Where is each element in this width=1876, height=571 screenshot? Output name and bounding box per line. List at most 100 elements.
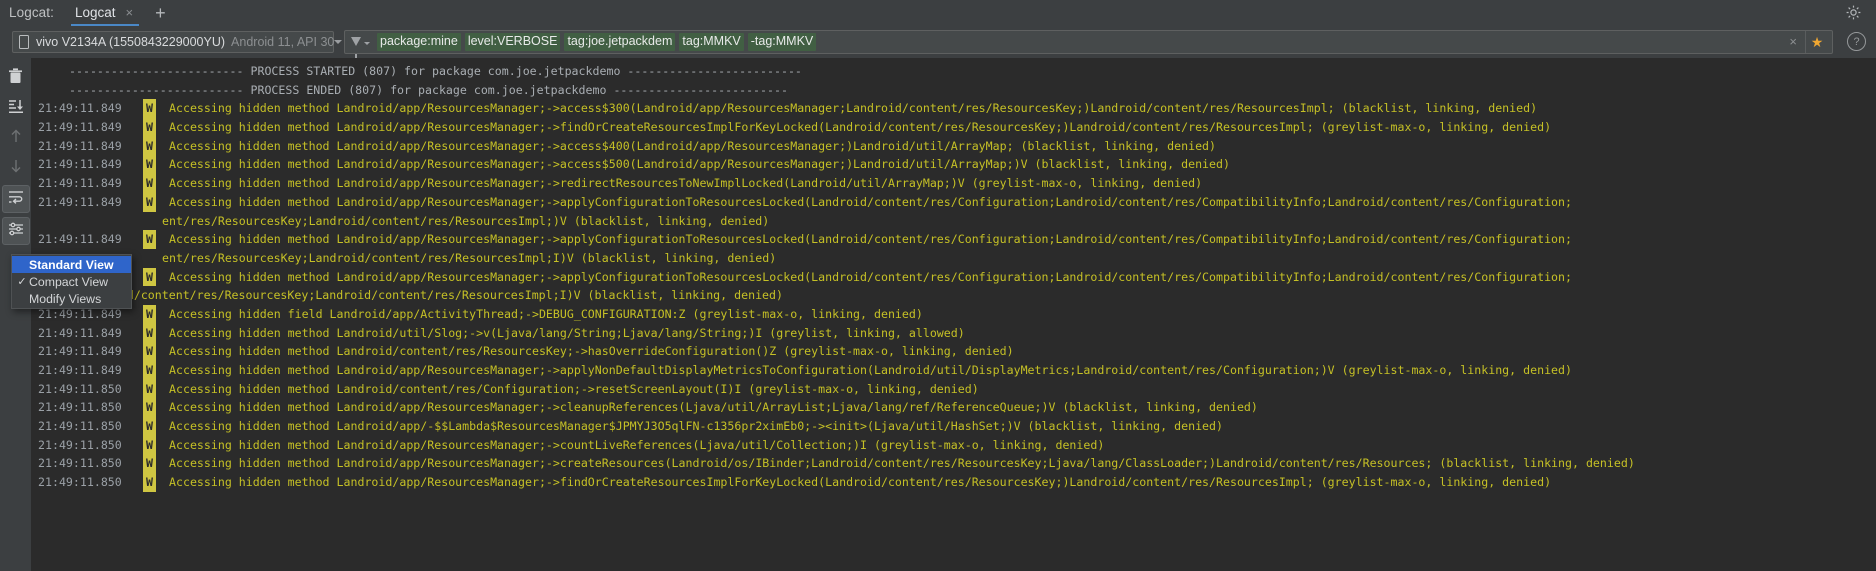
log-level-badge: W [143,417,156,436]
view-mode-context-menu: Standard View ✓ Compact View Modify View… [11,254,132,309]
filter-query-input[interactable]: package:mine level:VERBOSE tag:joe.jetpa… [344,29,1833,58]
log-line[interactable]: 21:49:11.850 W Accessing hidden method L… [31,454,1876,474]
menu-item-modify-views[interactable]: Modify Views [12,290,131,307]
soft-wraps-button[interactable] [1,185,30,213]
log-line-system: ------------------------- PROCESS STARTE… [31,62,1876,81]
log-message: Accessing hidden method Landroid/app/Res… [169,269,1572,284]
log-timestamp: 21:49:11.850 [38,437,122,452]
log-line-continuation: ent/res/ResourcesKey;Landroid/content/re… [162,213,770,228]
star-icon: ★ [1810,33,1824,50]
log-line[interactable]: 21:49:11.849 W Accessing hidden method L… [31,174,1876,193]
menu-item-label: Modify Views [29,291,102,306]
chevron-down-icon[interactable] [334,39,343,44]
log-message: Accessing hidden method Landroid/app/Res… [169,456,1635,471]
log-message: Accessing hidden method Landroid/util/Sl… [169,325,965,340]
log-line[interactable]: 21:49:11.849 W Accessing hidden method L… [31,267,1876,287]
device-selector[interactable]: vivo V2134A (1550843229000YU) Android 11… [12,30,343,53]
log-line-continuation: Landroid/content/res/ResourcesKey;Landro… [78,288,783,303]
filter-icon[interactable] [351,37,370,58]
log-message: Accessing hidden method Landroid/app/Res… [169,232,1572,247]
log-line[interactable]: 21:49:11.850 W Accessing hidden method L… [31,435,1876,455]
plus-icon[interactable]: + [151,4,170,22]
log-timestamp: 21:49:11.850 [38,419,122,434]
log-line[interactable]: 21:49:11.850 W Accessing hidden method L… [31,398,1876,418]
log-timestamp: 21:49:11.849 [38,325,122,340]
log-line[interactable]: 21:49:11.850 W Accessing hidden method L… [31,379,1876,399]
trash-icon [8,67,23,89]
close-icon[interactable]: × [126,6,134,19]
previous-occurrence-button[interactable] [3,125,29,151]
next-occurrence-button[interactable] [3,155,29,181]
log-timestamp: 21:49:11.849 [38,363,122,377]
log-message: Accessing hidden method Landroid/app/Res… [169,157,1230,172]
menu-item-label: Standard View [29,257,114,272]
log-level-badge: W [143,435,156,455]
log-timestamp: 21:49:11.849 [38,120,122,135]
log-line[interactable]: 21:49:11.850 W Accessing hidden method L… [31,473,1876,492]
scroll-to-end-button[interactable] [3,95,29,121]
log-level-badge: W [143,398,156,418]
log-line[interactable]: 21:49:11.849 W Accessing hidden method L… [31,323,1876,343]
log-level-badge: W [143,361,156,380]
clear-logcat-button[interactable] [3,65,29,91]
log-level-badge: W [143,174,156,193]
clear-filter-icon[interactable]: × [1781,35,1805,48]
log-level-badge: W [143,99,156,119]
log-level-badge: W [143,267,156,287]
scroll-to-end-icon [8,98,24,119]
log-line[interactable]: 21:49:11.849 W Accessing hidden method L… [31,361,1876,380]
log-timestamp: 21:49:11.849 [38,344,122,359]
log-line[interactable]: 21:49:11.849 W Accessing hidden field La… [31,304,1876,324]
menu-item-compact-view[interactable]: ✓ Compact View [12,273,131,290]
log-level-badge: W [143,473,156,492]
phone-icon [19,34,29,49]
log-line[interactable]: 21:49:11.850 W Accessing hidden method L… [31,417,1876,436]
log-line-continuation: ent/res/ResourcesKey;Landroid/content/re… [162,250,777,265]
log-message: Accessing hidden method Landroid/app/Res… [169,120,1552,135]
log-level-badge: W [143,342,156,361]
filter-actions: × ★ [1781,30,1828,53]
log-message: Accessing hidden method Landroid/app/Res… [169,194,1572,209]
filter-chip[interactable]: package:mine [377,32,461,51]
log-message: ------------------------- PROCESS STARTE… [69,64,802,78]
device-api-level: Android 11, API 30 [231,34,335,49]
menu-item-label: Compact View [29,274,109,289]
filter-chip[interactable]: tag:joe.jetpackdem [564,32,676,51]
log-line[interactable]: 21:49:11.849 W Accessing hidden method L… [31,192,1876,212]
logcat-tool-window: Logcat: Logcat × + vivo V2134A (15508432… [0,0,1876,571]
log-timestamp: 21:49:11.850 [38,381,122,396]
help-icon[interactable]: ? [1847,32,1866,51]
filter-chip[interactable]: level:VERBOSE [464,32,561,51]
log-line[interactable]: 21:49:11.849 W Accessing hidden method L… [31,136,1876,156]
device-name: vivo V2134A (1550843229000YU) [36,34,226,49]
logcat-body: ------------------------- PROCESS STARTE… [0,58,1876,571]
gear-icon[interactable] [1845,4,1862,21]
log-level-badge: W [143,118,156,137]
log-timestamp: 21:49:11.849 [38,194,122,209]
log-line[interactable]: 21:49:11.849 W Accessing hidden method L… [31,118,1876,137]
log-level-badge: W [143,323,156,343]
log-level-badge: W [143,379,156,399]
chevron-down-icon[interactable] [364,42,370,45]
check-icon: ✓ [17,276,27,288]
filter-chip[interactable]: -tag:MMKV [747,32,817,51]
log-message: Accessing hidden method Landroid/app/Res… [169,176,1203,191]
arrow-up-icon [9,128,23,149]
menu-item-standard-view[interactable]: Standard View [12,256,131,273]
logcat-output[interactable]: ------------------------- PROCESS STARTE… [31,58,1876,571]
log-timestamp: 21:49:11.849 [38,101,122,116]
log-level-badge: W [143,192,156,212]
log-timestamp: 21:49:11.850 [38,400,122,415]
filter-chips: package:mine level:VERBOSE tag:joe.jetpa… [377,32,817,51]
log-line[interactable]: 21:49:11.849 W Accessing hidden method L… [31,99,1876,119]
log-message: ------------------------- PROCESS ENDED … [69,82,788,97]
log-level-badge: W [143,155,156,175]
log-line[interactable]: 21:49:11.849 W Accessing hidden method L… [31,342,1876,361]
configure-view-button[interactable] [1,217,30,245]
log-timestamp: 21:49:11.849 [38,157,122,172]
tab-logcat[interactable]: Logcat × [70,0,140,26]
favorite-filter-button[interactable]: ★ [1805,30,1828,53]
log-line[interactable]: 21:49:11.849 W Accessing hidden method L… [31,230,1876,249]
log-line[interactable]: 21:49:11.849 W Accessing hidden method L… [31,155,1876,175]
filter-chip[interactable]: tag:MMKV [679,32,744,51]
